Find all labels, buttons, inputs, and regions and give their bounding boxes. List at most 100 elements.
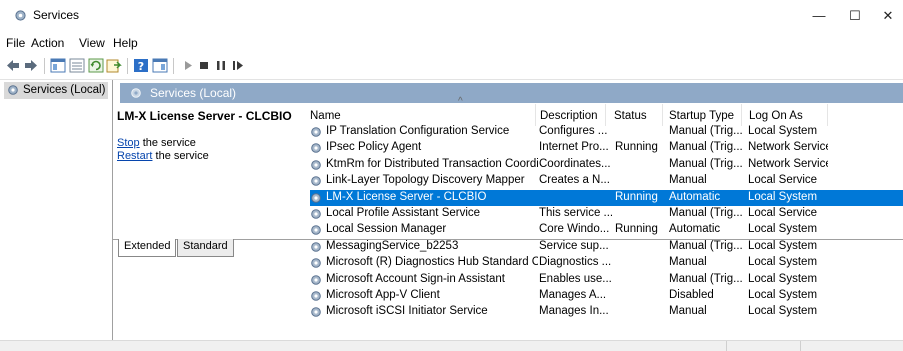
service-startup-cell: Automatic [669, 223, 721, 236]
menu-view[interactable]: View [79, 36, 105, 50]
sort-ascending-icon: ^ [458, 96, 463, 107]
service-gear-icon [311, 159, 321, 170]
menu-file[interactable]: File [6, 36, 25, 50]
tree-item-label: Services (Local) [23, 84, 106, 96]
console-tree: Services (Local) [0, 80, 113, 340]
service-startup-cell: Automatic [669, 190, 721, 203]
menu-help[interactable]: Help [113, 36, 138, 50]
pane-header: Services (Local) [120, 83, 903, 103]
service-logon-cell: Local System [748, 272, 818, 285]
close-button[interactable]: ✕ [873, 5, 903, 27]
stop-service-link[interactable]: Stop [117, 137, 140, 149]
service-row[interactable]: Microsoft Account Sign-in Assistant Enabl… [310, 272, 903, 288]
selected-service-title: LM-X License Server - CLCBIO [117, 109, 292, 123]
service-gear-icon [311, 209, 321, 219]
service-row[interactable]: Link-Layer Topology Discovery Mapper Crea… [310, 173, 903, 189]
service-logon-cell: Local Service [748, 174, 818, 187]
service-name-cell: IPsec Policy Agent [326, 141, 422, 154]
service-startup-cell: Manual [669, 174, 707, 187]
column-header-startup-type[interactable]: Startup Type [669, 110, 734, 122]
service-row[interactable]: KtmRm for Distributed Transaction Coordi… [310, 157, 903, 173]
column-header-status[interactable]: Status [614, 110, 647, 122]
service-logon-cell: Local System [748, 223, 818, 236]
services-gear-icon [131, 88, 141, 98]
service-startup-cell: Disabled [669, 289, 714, 301]
column-header-name[interactable]: Name [310, 110, 341, 122]
service-description-cell: Coordinates... [539, 157, 611, 170]
service-row[interactable]: LM-X License Server - CLCBIO Running Autom… [310, 189, 903, 206]
pane-header-title: Services (Local) [150, 86, 237, 100]
service-gear-icon [311, 176, 321, 186]
service-row[interactable]: Microsoft App-V Client Manages A... Disabl… [310, 288, 903, 304]
properties-icon[interactable] [152, 58, 168, 73]
service-gear-icon [311, 127, 321, 137]
restart-service-link[interactable]: Restart [117, 150, 152, 162]
service-logon-cell: Local System [748, 305, 818, 318]
export-list-icon[interactable] [106, 58, 122, 73]
service-row[interactable]: IP Translation Configuration Service Conf… [310, 124, 903, 140]
service-row[interactable]: IPsec Policy Agent Internet Pro... Running… [310, 140, 903, 156]
column-header-log-on-as[interactable]: Log On As [749, 110, 803, 122]
service-logon-cell: Network Service [748, 141, 828, 154]
service-row[interactable]: Local Profile Assistant Service This serv… [310, 206, 903, 222]
service-name-cell: Microsoft App-V Client [326, 289, 440, 301]
refresh-icon[interactable] [88, 58, 104, 73]
show-hide-tree-icon[interactable] [50, 58, 66, 73]
service-row[interactable]: Microsoft iSCSI Initiator Service Manages… [310, 304, 903, 320]
service-logon-cell: Local Service [748, 207, 818, 219]
service-gear-icon [311, 291, 321, 301]
stop-service-icon[interactable] [196, 58, 212, 73]
service-startup-cell: Manual (Trig... [669, 272, 743, 285]
service-name-cell: LM-X License Server - CLCBIO [326, 190, 487, 203]
service-startup-cell: Manual (Trig... [669, 141, 743, 154]
pause-service-icon[interactable] [213, 58, 229, 73]
column-header-description[interactable]: Description [540, 110, 598, 122]
console-icon[interactable] [69, 58, 85, 73]
service-name-cell: KtmRm for Distributed Transaction Coordi… [326, 157, 538, 170]
service-description-cell: Creates a N... [539, 174, 610, 187]
forward-arrow-icon[interactable] [23, 58, 39, 73]
service-name-cell: Microsoft iSCSI Initiator Service [326, 305, 488, 318]
service-name-cell: Link-Layer Topology Discovery Mapper [326, 174, 525, 187]
service-startup-cell: Manual (Trig... [669, 125, 743, 137]
resume-service-icon[interactable] [230, 58, 246, 73]
menu-action[interactable]: Action [31, 36, 64, 50]
help-icon[interactable]: ? [133, 58, 149, 73]
service-description-cell: Manages In... [539, 305, 609, 318]
service-startup-cell: Manual [669, 305, 707, 318]
service-description-cell: Internet Pro... [539, 141, 609, 154]
service-name-cell: Local Session Manager [326, 223, 447, 236]
restart-service-line: Restart the service [117, 150, 209, 162]
title-bar: Services — ☐ ✕ [0, 0, 903, 30]
service-gear-icon [311, 274, 321, 285]
service-gear-icon [311, 225, 321, 236]
service-name-cell: IP Translation Configuration Service [326, 125, 510, 137]
tree-item-services-local[interactable]: Services (Local) [4, 82, 108, 99]
start-service-icon[interactable] [180, 58, 196, 73]
service-logon-cell: Local System [748, 190, 818, 203]
tab-standard[interactable]: Standard [177, 239, 234, 257]
service-gear-icon [311, 192, 321, 203]
minimize-button[interactable]: — [804, 5, 834, 27]
service-startup-cell: Manual (Trig... [669, 207, 743, 219]
service-description-cell: Manages A... [539, 289, 607, 301]
menu-bar: File Action View Help [0, 34, 903, 52]
tab-extended[interactable]: Extended [118, 239, 177, 257]
services-gear-icon [15, 10, 26, 21]
service-name-cell: Local Profile Assistant Service [326, 207, 481, 219]
view-tabs: Extended Standard [113, 239, 903, 260]
svg-text:?: ? [138, 60, 144, 73]
service-status-cell: Running [615, 141, 658, 154]
service-logon-cell: Local System [748, 289, 818, 301]
back-arrow-icon[interactable] [5, 58, 21, 73]
service-row[interactable]: Local Session Manager Core Windo... Runnin… [310, 222, 903, 238]
maximize-button[interactable]: ☐ [840, 5, 870, 27]
service-gear-icon [311, 143, 321, 154]
service-description-cell: This service ... [539, 207, 612, 219]
service-logon-cell: Local System [748, 125, 818, 137]
services-gear-icon [8, 85, 18, 95]
service-name-cell: Microsoft Account Sign-in Assistant [326, 272, 505, 285]
status-bar [0, 340, 903, 351]
service-description-cell: Configures ... [539, 125, 608, 137]
service-startup-cell: Manual (Trig... [669, 157, 743, 170]
